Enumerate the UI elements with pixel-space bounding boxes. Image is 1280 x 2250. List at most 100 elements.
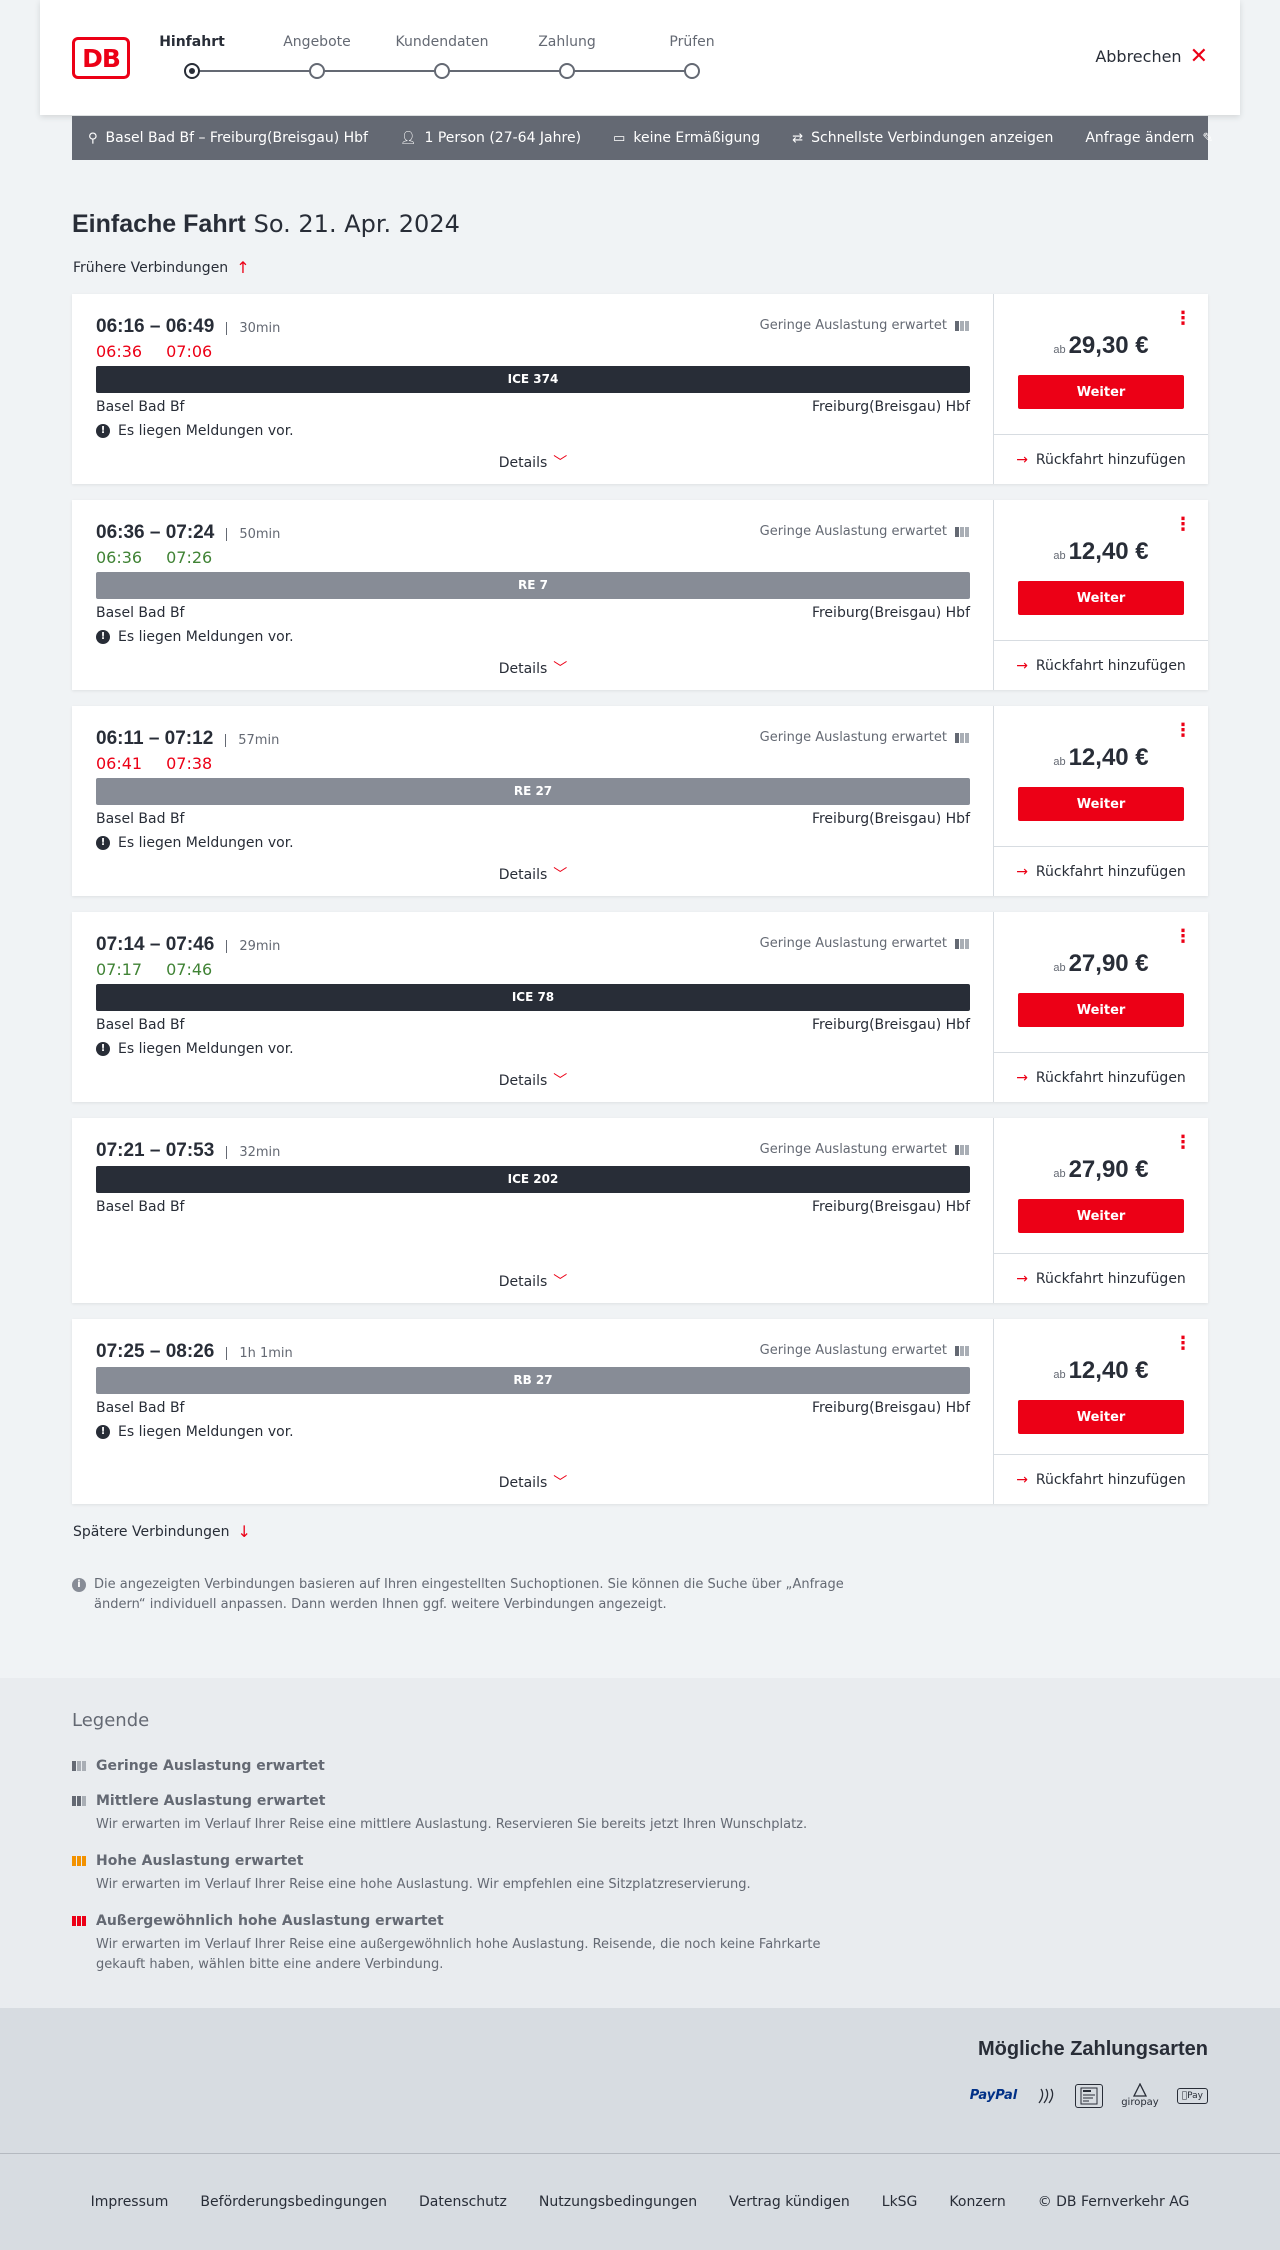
db-logo[interactable]: DB xyxy=(72,37,130,79)
duration: 57min xyxy=(225,734,279,747)
utilization-indicator: Geringe Auslastung erwartet xyxy=(760,936,969,951)
utilization-low-icon xyxy=(955,320,969,331)
continue-button[interactable]: Weiter xyxy=(1018,993,1184,1027)
details-toggle[interactable]: Details ﹀ xyxy=(72,658,994,678)
footer-link[interactable]: Impressum xyxy=(91,2194,169,2210)
return-label: Rückfahrt hinzufügen xyxy=(1035,863,1186,880)
footer-link[interactable]: Vertrag kündigen xyxy=(729,2194,850,2210)
discount-summary: ▭ keine Ermäßigung xyxy=(613,130,760,146)
add-return-trip[interactable]: → Rückfahrt hinzufügen xyxy=(994,846,1208,896)
payment-section: Mögliche Zahlungsarten PayPal giropay P… xyxy=(0,2008,1280,2153)
more-options-icon[interactable]: ⋮ xyxy=(1174,310,1192,328)
later-label: Spätere Verbindungen xyxy=(73,1523,230,1540)
connection-card: 06:36 – 07:24 50min Geringe Auslastung erw… xyxy=(72,500,1208,690)
train-bar[interactable]: RE 7 xyxy=(96,572,970,599)
add-return-trip[interactable]: → Rückfahrt hinzufügen xyxy=(994,1454,1208,1504)
add-return-trip[interactable]: → Rückfahrt hinzufügen xyxy=(994,1052,1208,1102)
arrow-right-icon: → xyxy=(1016,1471,1028,1488)
details-label: Details xyxy=(498,867,548,883)
stations: Basel Bad Bf Freiburg(Breisgau) Hbf xyxy=(96,605,970,621)
step-dot-pruefen xyxy=(684,63,700,79)
more-options-icon[interactable]: ⋮ xyxy=(1174,1335,1192,1353)
fastest-toggle[interactable]: ⇄ Schnellste Verbindungen anzeigen xyxy=(792,130,1053,146)
realtime-departure: 07:17 xyxy=(96,960,143,979)
more-options-icon[interactable]: ⋮ xyxy=(1174,928,1192,946)
details-toggle[interactable]: Details ﹀ xyxy=(72,1070,994,1090)
legend-item: Außergewöhnlich hohe Auslastung erwartet… xyxy=(72,1913,872,1975)
legend-item-desc: Wir erwarten im Verlauf Ihrer Reise eine… xyxy=(96,1877,751,1892)
footer-link[interactable]: LkSG xyxy=(882,2194,918,2210)
origin-station: Basel Bad Bf xyxy=(96,1400,185,1416)
close-icon: ✕ xyxy=(1189,43,1208,69)
details-toggle[interactable]: Details ﹀ xyxy=(72,1472,994,1492)
train-bar[interactable]: ICE 78 xyxy=(96,984,970,1011)
utilization-label: Geringe Auslastung erwartet xyxy=(759,524,947,539)
more-options-icon[interactable]: ⋮ xyxy=(1174,516,1192,534)
utilization-label: Geringe Auslastung erwartet xyxy=(759,1343,947,1358)
duration: 1h 1min xyxy=(226,1347,293,1360)
footer-link[interactable]: Konzern xyxy=(949,2194,1005,2210)
route-label: Basel Bad Bf – Freiburg(Breisgau) Hbf xyxy=(105,130,368,146)
change-request-button[interactable]: Anfrage ändern ✎ xyxy=(1085,130,1213,146)
continue-button[interactable]: Weiter xyxy=(1018,581,1184,615)
notice: ! Es liegen Meldungen vor. xyxy=(96,1424,294,1440)
notice: ! Es liegen Meldungen vor. xyxy=(96,835,294,851)
route-summary: ⚲ Basel Bad Bf – Freiburg(Breisgau) Hbf xyxy=(88,130,368,146)
add-return-trip[interactable]: → Rückfahrt hinzufügen xyxy=(994,640,1208,690)
more-options-icon[interactable]: ⋮ xyxy=(1174,1134,1192,1152)
footer-link[interactable]: Nutzungsbedingungen xyxy=(539,2194,697,2210)
realtime-times: 06:41 07:38 xyxy=(96,754,212,773)
price: ab 27,90 € xyxy=(994,1156,1208,1184)
header: DB Hinfahrt Angebote Kundendaten Zahlung… xyxy=(40,0,1240,115)
persons-summary: 👤︎ 1 Person (27-64 Jahre) xyxy=(400,130,581,146)
earlier-connections-link[interactable]: Frühere Verbindungen ↑ xyxy=(73,258,250,277)
connection-card: 07:14 – 07:46 29min Geringe Auslastung erw… xyxy=(72,912,1208,1102)
discount-label: keine Ermäßigung xyxy=(633,130,761,146)
utilization-label: Geringe Auslastung erwartet xyxy=(759,730,947,745)
train-bar[interactable]: RE 27 xyxy=(96,778,970,805)
utilization-low-icon xyxy=(955,526,969,537)
notice-text: Es liegen Meldungen vor. xyxy=(118,835,294,851)
connection-details-area: 07:21 – 07:53 32min Geringe Auslastung erw… xyxy=(72,1118,994,1303)
train-bar[interactable]: ICE 374 xyxy=(96,366,970,393)
footer: Impressum Beförderungsbedingungen Datensch… xyxy=(0,2153,1280,2250)
utilization-icon xyxy=(72,1856,88,1866)
cancel-button[interactable]: Abbrechen ✕ xyxy=(1095,43,1208,69)
more-options-icon[interactable]: ⋮ xyxy=(1174,722,1192,740)
notice-text: Es liegen Meldungen vor. xyxy=(118,423,294,439)
continue-button[interactable]: Weiter xyxy=(1018,1199,1184,1233)
connection-times: 07:25 – 08:26 1h 1min xyxy=(96,1341,293,1363)
add-return-trip[interactable]: → Rückfahrt hinzufügen xyxy=(994,1253,1208,1303)
notice: ! Es liegen Meldungen vor. xyxy=(96,1041,294,1057)
price-value: 12,40 € xyxy=(1068,744,1149,771)
price-value: 12,40 € xyxy=(1068,1357,1149,1384)
step-kundendaten: Kundendaten xyxy=(395,34,489,50)
price-value: 29,30 € xyxy=(1068,332,1149,359)
utilization-label: Geringe Auslastung erwartet xyxy=(759,936,947,951)
continue-button[interactable]: Weiter xyxy=(1018,375,1184,409)
connection-details-area: 06:11 – 07:12 57min Geringe Auslastung erw… xyxy=(72,706,994,896)
later-connections-link[interactable]: Spätere Verbindungen ↓ xyxy=(73,1522,251,1541)
details-toggle[interactable]: Details ﹀ xyxy=(72,1271,994,1291)
utilization-icon xyxy=(72,1761,88,1771)
add-return-trip[interactable]: → Rückfahrt hinzufügen xyxy=(994,434,1208,484)
trip-date: So. 21. Apr. 2024 xyxy=(253,210,460,238)
continue-button[interactable]: Weiter xyxy=(1018,787,1184,821)
continue-button[interactable]: Weiter xyxy=(1018,1400,1184,1434)
footer-link[interactable]: Beförderungsbedingungen xyxy=(200,2194,387,2210)
details-toggle[interactable]: Details ﹀ xyxy=(72,452,994,472)
step-dot-zahlung xyxy=(559,63,575,79)
train-bar[interactable]: ICE 202 xyxy=(96,1166,970,1193)
footer-link[interactable]: Datenschutz xyxy=(419,2194,507,2210)
connection-details-area: 06:36 – 07:24 50min Geringe Auslastung erw… xyxy=(72,500,994,690)
origin-station: Basel Bad Bf xyxy=(96,811,185,827)
legend-title: Legende xyxy=(72,1710,150,1731)
offer-area: ⋮ ab 29,30 € Weiter → Rückfahrt hinzufügen xyxy=(994,294,1208,484)
info-note: i Die angezeigten Verbindungen basieren … xyxy=(72,1575,872,1615)
info-text: Die angezeigten Verbindungen basieren au… xyxy=(94,1577,844,1612)
realtime-departure: 06:36 xyxy=(96,342,143,361)
details-toggle[interactable]: Details ﹀ xyxy=(72,864,994,884)
train-bar[interactable]: RB 27 xyxy=(96,1367,970,1394)
fastest-label: Schnellste Verbindungen anzeigen xyxy=(811,130,1054,146)
details-label: Details xyxy=(498,1475,548,1491)
